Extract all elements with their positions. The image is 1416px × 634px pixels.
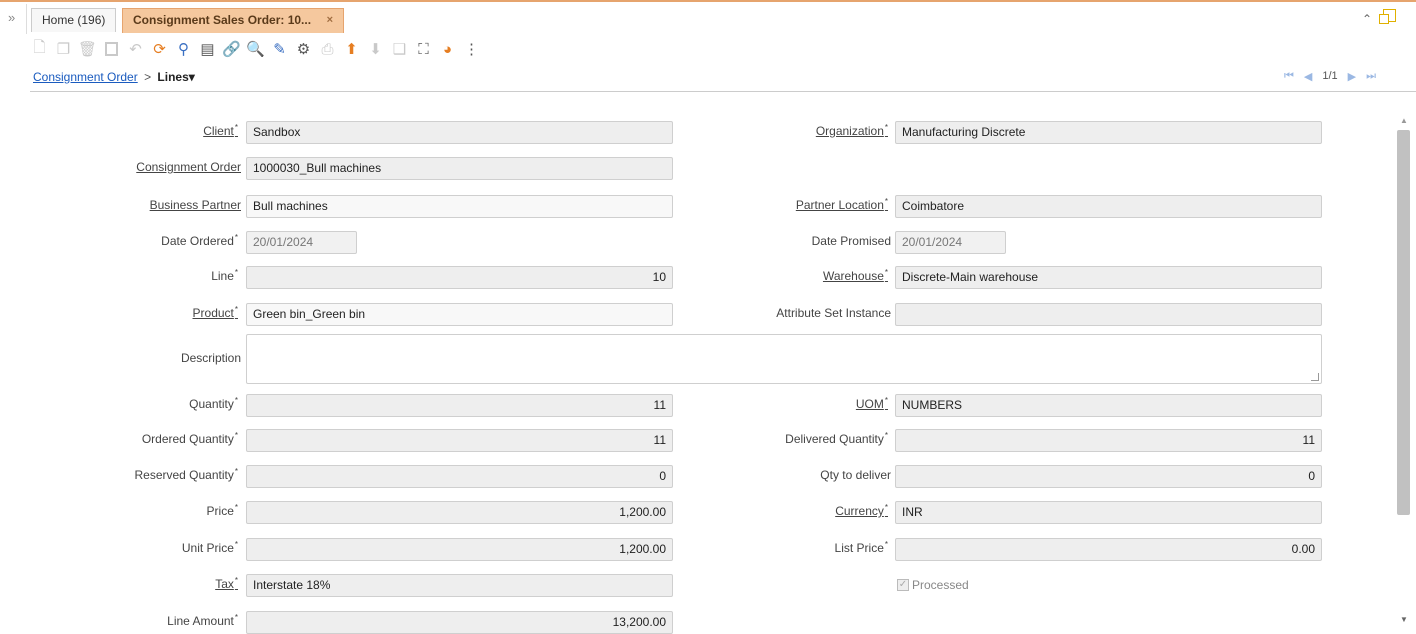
date-promised-label: Date Promised [811, 234, 891, 248]
date-ordered-label: Date Ordered* [161, 233, 238, 248]
client-label[interactable]: Client* [60, 120, 238, 142]
tax-field[interactable]: Interstate 18% [246, 574, 673, 597]
close-icon[interactable]: × [327, 9, 333, 32]
previous-record-icon[interactable]: ◀ [1304, 70, 1312, 83]
breadcrumb-current[interactable]: Lines▾ [157, 70, 194, 84]
print-icon[interactable]: ⎙ [318, 40, 337, 59]
unit-price-field[interactable]: 1,200.00 [246, 538, 673, 561]
attribute-set-instance-field[interactable] [895, 303, 1322, 326]
last-record-icon[interactable]: ⏭ [1366, 70, 1376, 83]
resize-handle[interactable] [1311, 373, 1319, 381]
processed-checkbox[interactable]: ✓ Processed [897, 578, 969, 592]
qty-to-deliver-label: Qty to deliver [820, 468, 891, 482]
processed-label: Processed [912, 578, 969, 592]
attribute-set-instance-label: Attribute Set Instance [776, 306, 891, 320]
delivered-quantity-label: Delivered Quantity* [785, 431, 888, 446]
client-field[interactable]: Sandbox [246, 121, 673, 144]
next-record-nav-icon[interactable]: ▶ [1348, 70, 1356, 83]
currency-label[interactable]: Currency* [700, 500, 888, 522]
new-record-icon[interactable]: 🗋 [30, 39, 49, 59]
scroll-down-icon[interactable]: ▼ [1400, 615, 1408, 624]
record-count: 1/1 [1322, 70, 1338, 82]
business-partner-label[interactable]: Business Partner [60, 194, 241, 216]
undo-icon[interactable]: ↶ [126, 40, 145, 59]
workflow-icon[interactable]: ⛶ [414, 40, 433, 59]
organization-label[interactable]: Organization* [700, 120, 888, 142]
breadcrumb: Consignment Order > Lines▾ [33, 70, 195, 84]
consignment-order-label[interactable]: Consignment Order [60, 156, 241, 178]
quantity-label: Quantity* [189, 396, 238, 411]
scrollbar-thumb[interactable] [1397, 130, 1410, 515]
tab-consignment-sales-order[interactable]: Consignment Sales Order: 10... × [122, 8, 344, 33]
quantity-field[interactable]: 11 [246, 394, 673, 417]
find-icon[interactable]: ⚲ [174, 40, 193, 59]
currency-field[interactable]: INR [895, 501, 1322, 524]
reserved-quantity-field[interactable]: 0 [246, 465, 673, 488]
tab-bar: » Home (196) Consignment Sales Order: 10… [0, 0, 1416, 34]
product-label[interactable]: Product* [60, 302, 238, 324]
list-price-field[interactable]: 0.00 [895, 538, 1322, 561]
reserved-quantity-label: Reserved Quantity* [134, 467, 238, 482]
report-icon[interactable]: ❑ [390, 40, 409, 59]
ordered-quantity-field[interactable]: 11 [246, 429, 673, 452]
toolbar: 🗋 ❐ 🗑 ↶ ⟳ ⚲ ▤ 🔗 🔍 ✎ ⚙ ⎙ ⬆ ⬇ ❑ ⛶ ◕ ⋮ [30, 36, 481, 62]
date-promised-field[interactable]: 20/01/2024 [895, 231, 1006, 254]
expand-menu-icon[interactable]: » [8, 10, 15, 25]
delete-icon[interactable]: 🗑 [78, 40, 97, 59]
collapse-icon[interactable]: ⌃ [1362, 12, 1372, 26]
organization-field[interactable]: Manufacturing Discrete [895, 121, 1322, 144]
list-price-label: List Price* [834, 540, 888, 555]
partner-location-label[interactable]: Partner Location* [700, 194, 888, 216]
unit-price-label: Unit Price* [181, 540, 238, 555]
tax-label[interactable]: Tax* [60, 573, 238, 595]
uom-label[interactable]: UOM* [700, 393, 888, 415]
more-icon[interactable]: ⋮ [462, 40, 481, 59]
tab-home[interactable]: Home (196) [31, 8, 117, 32]
divider [30, 91, 1416, 92]
line-label: Line* [211, 268, 238, 283]
consignment-order-field[interactable]: 1000030_Bull machines [246, 157, 673, 180]
new-window-icon[interactable] [1379, 9, 1396, 24]
warehouse-label[interactable]: Warehouse* [700, 265, 888, 287]
divider [26, 4, 27, 34]
description-textarea[interactable] [246, 334, 1322, 384]
save-icon[interactable] [102, 40, 121, 59]
next-record-icon[interactable]: ⬇ [366, 40, 385, 59]
uom-field[interactable]: NUMBERS [895, 394, 1322, 417]
line-amount-field[interactable]: 13,200.00 [246, 611, 673, 634]
breadcrumb-consignment-order[interactable]: Consignment Order [33, 70, 138, 84]
record-navigation: ⏮ ◀ 1/1 ▶ ⏭ [1284, 70, 1376, 83]
zoom-icon[interactable]: 🔍 [246, 40, 265, 59]
edit-icon[interactable]: ✎ [270, 40, 289, 59]
line-amount-label: Line Amount* [167, 613, 238, 628]
product-field[interactable]: Green bin_Green bin [246, 303, 673, 326]
first-record-icon[interactable]: ⏮ [1284, 70, 1294, 83]
breadcrumb-separator: > [144, 70, 152, 84]
qty-to-deliver-field[interactable]: 0 [895, 465, 1322, 488]
copy-icon[interactable]: ❐ [54, 40, 73, 59]
checkbox-icon: ✓ [897, 579, 909, 591]
price-field[interactable]: 1,200.00 [246, 501, 673, 524]
process-icon[interactable]: ⚙ [294, 40, 313, 59]
help-icon[interactable]: ◕ [438, 40, 457, 59]
partner-location-field[interactable]: Coimbatore [895, 195, 1322, 218]
refresh-icon[interactable]: ⟳ [150, 40, 169, 59]
tab-label: Consignment Sales Order: 10... [133, 13, 312, 27]
description-label: Description [180, 351, 241, 365]
price-label: Price* [206, 503, 238, 518]
ordered-quantity-label: Ordered Quantity* [141, 431, 238, 446]
grid-toggle-icon[interactable]: ▤ [198, 40, 217, 59]
business-partner-field[interactable]: Bull machines [246, 195, 673, 218]
line-field[interactable]: 10 [246, 266, 673, 289]
delivered-quantity-field[interactable]: 11 [895, 429, 1322, 452]
warehouse-field[interactable]: Discrete-Main warehouse [895, 266, 1322, 289]
parent-record-icon[interactable]: ⬆ [342, 40, 361, 59]
attachment-icon[interactable]: 🔗 [222, 40, 241, 59]
scroll-up-icon[interactable]: ▲ [1400, 116, 1408, 125]
date-ordered-field[interactable]: 20/01/2024 [246, 231, 357, 254]
